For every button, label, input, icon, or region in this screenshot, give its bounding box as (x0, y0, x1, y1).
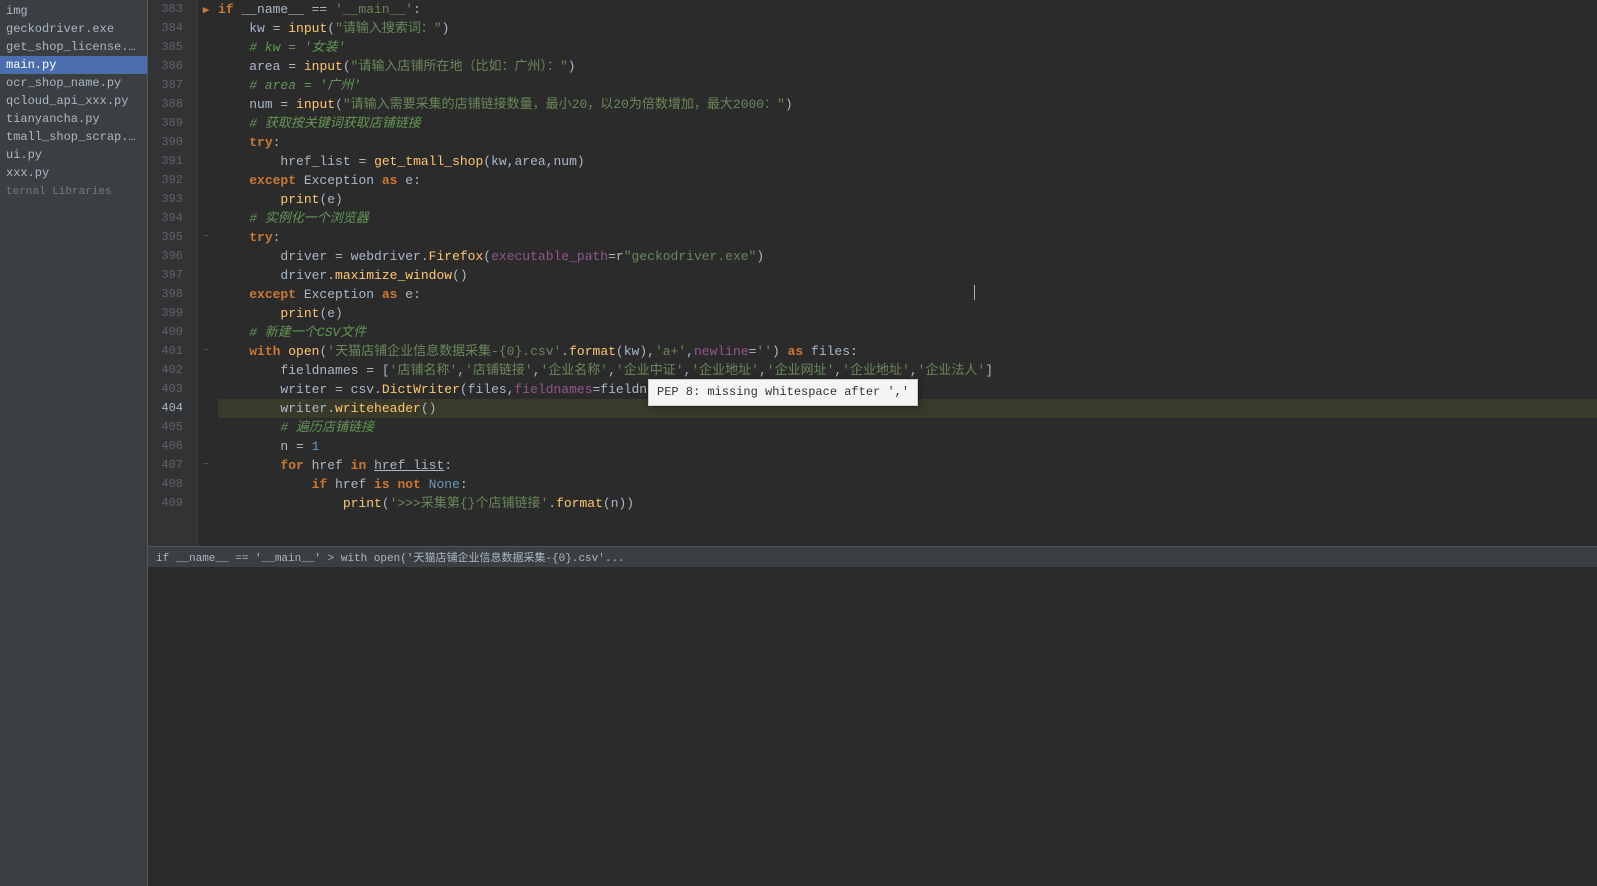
code-line-397: driver.maximize_window() (218, 266, 1597, 285)
code-line-396: driver = webdriver.Firefox(executable_pa… (218, 247, 1597, 266)
fold-arrow-383[interactable]: ▶ (203, 3, 210, 17)
code-line-388: num = input("请输入需要采集的店铺链接数量，最小20，以20为倍数增… (218, 95, 1597, 114)
breadcrumb-text: if __name__ == '__main__' > with open('天… (156, 549, 625, 565)
code-content[interactable]: if __name__ == '__main__': kw = input("请… (214, 0, 1597, 546)
code-line-409: print('>>>采集第{}个店铺链接'.format(n)) (218, 494, 1597, 513)
sidebar-item-xxx[interactable]: xxx.py (0, 164, 147, 182)
fold-arrow-401[interactable]: − (203, 346, 209, 357)
empty-editor-area (148, 566, 1597, 886)
line-numbers: 383 384 385 386 387 388 389 390 391 392 … (148, 0, 198, 546)
code-line-401: with open('天猫店铺企业信息数据采集-{0}.csv'.format(… (218, 342, 1597, 361)
sidebar-item-tianyancha[interactable]: tianyancha.py (0, 110, 147, 128)
code-line-407: for href in href_list: (218, 456, 1597, 475)
fold-arrow-408[interactable]: − (203, 460, 209, 471)
sidebar-item-get-shop-license[interactable]: get_shop_license.py (0, 38, 147, 56)
pep8-tooltip: PEP 8: missing whitespace after ',' (648, 379, 918, 406)
code-line-385: # kw = '女装' (218, 38, 1597, 57)
file-tree: img geckodriver.exe get_shop_license.py … (0, 0, 148, 886)
fold-arrow-395[interactable]: − (203, 232, 209, 243)
code-line-400: # 新建一个CSV文件 (218, 323, 1597, 342)
code-line-386: area = input("请输入店铺所在地（比如：广州）：") (218, 57, 1597, 76)
code-line-387: # area = '广州' (218, 76, 1597, 95)
code-line-383: if __name__ == '__main__': (218, 0, 1597, 19)
code-line-389: # 获取按关键词获取店铺链接 (218, 114, 1597, 133)
sidebar-item-img[interactable]: img (0, 2, 147, 20)
code-line-394: # 实例化一个浏览器 (218, 209, 1597, 228)
code-line-398: except Exception as e: (218, 285, 1597, 304)
code-editor: 383 384 385 386 387 388 389 390 391 392 … (148, 0, 1597, 886)
sidebar-item-tmall-shop-scrap[interactable]: tmall_shop_scrap.py (0, 128, 147, 146)
code-line-390: try: (218, 133, 1597, 152)
sidebar-section-libraries: ternal Libraries (0, 182, 147, 200)
sidebar-item-geckodriver[interactable]: geckodriver.exe (0, 20, 147, 38)
code-line-405: # 遍历店铺链接 (218, 418, 1597, 437)
code-line-391: href_list = get_tmall_shop(kw,area,num) (218, 152, 1597, 171)
code-line-384: kw = input("请输入搜索词：") (218, 19, 1597, 38)
gutter: ▶ − (198, 0, 214, 546)
code-line-408: if href is not None: (218, 475, 1597, 494)
text-cursor (974, 285, 975, 300)
code-area[interactable]: 383 384 385 386 387 388 389 390 391 392 … (148, 0, 1597, 546)
sidebar-item-main[interactable]: main.py (0, 56, 147, 74)
code-line-392: except Exception as e: (218, 171, 1597, 190)
code-line-399: print(e) (218, 304, 1597, 323)
code-line-402: fieldnames = ['店铺名称','店铺链接','企业名称','企业中证… (218, 361, 1597, 380)
sidebar-item-ui[interactable]: ui.py (0, 146, 147, 164)
sidebar-item-qcloud-api[interactable]: qcloud_api_xxx.py (0, 92, 147, 110)
code-line-395: try: (218, 228, 1597, 247)
breadcrumb: if __name__ == '__main__' > with open('天… (148, 546, 1597, 566)
code-line-406: n = 1 (218, 437, 1597, 456)
sidebar-item-ocr-shop-name[interactable]: ocr_shop_name.py (0, 74, 147, 92)
code-line-393: print(e) (218, 190, 1597, 209)
